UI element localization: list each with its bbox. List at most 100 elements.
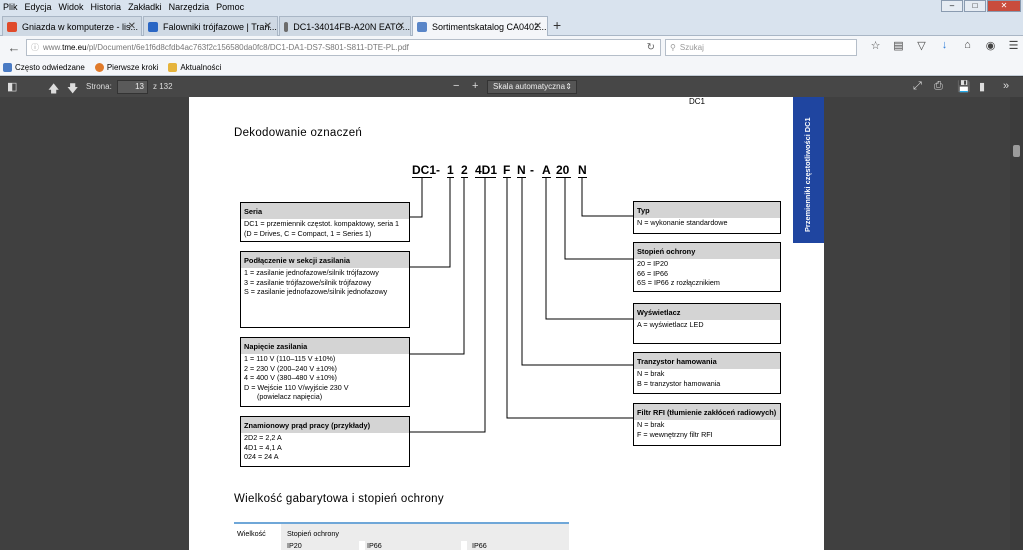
tab-close-icon[interactable]: ✕ <box>264 21 272 32</box>
chat-icon[interactable]: ◉ <box>979 39 1002 52</box>
tab-label: DC1-34014FB-A20N EATO... <box>293 21 410 32</box>
page-number-input[interactable]: 13 <box>117 80 148 94</box>
tab-bar: Gniazda w komputerze - lis... ✕ Falownik… <box>0 14 1023 36</box>
vertical-scrollbar[interactable] <box>1010 97 1023 550</box>
url-host: tme.eu <box>62 43 87 52</box>
menu-pomoc[interactable]: Pomoc <box>216 2 244 12</box>
bookmark-pierwsze-kroki[interactable]: Pierwsze kroki <box>94 62 158 72</box>
tab-favicon-icon <box>417 21 427 32</box>
tab-close-icon[interactable]: ✕ <box>128 21 136 32</box>
bookmark-icon[interactable]: ▮ <box>979 80 985 93</box>
tab-gniazda[interactable]: Gniazda w komputerze - lis... ✕ <box>2 16 142 36</box>
menu-zakladki[interactable]: Zakładki <box>128 2 162 12</box>
tab-falowniki[interactable]: Falowniki trójfazowe | Tran... ✕ <box>143 16 278 36</box>
nav-bar: ← ⓘ www. tme.eu/pl/Document/6e1f6d8cfdb4a… <box>0 36 1023 59</box>
menu-edycja[interactable]: Edycja <box>25 2 52 12</box>
minimize-button[interactable]: – <box>941 0 963 12</box>
info-icon[interactable]: ⓘ <box>31 42 39 53</box>
menu-narzedzia[interactable]: Narzędzia <box>169 2 210 12</box>
box-line: 2 = 230 V (200–240 V ±10%) <box>244 363 337 373</box>
table-subheader: IP66 <box>472 541 487 550</box>
new-tab-button[interactable]: + <box>553 17 561 33</box>
box-title: Tranzystor hamowania <box>634 353 780 369</box>
close-window-button[interactable]: ✕ <box>987 0 1021 12</box>
pocket-icon[interactable]: ▽ <box>910 39 933 52</box>
bookmark-icon <box>3 62 12 72</box>
box-line: DC1 = przemiennik częstot. kompaktowy, s… <box>244 219 400 228</box>
search-input[interactable]: ⚲ Szukaj <box>665 39 857 56</box>
maximize-button[interactable]: □ <box>964 0 986 12</box>
box-line: 1 = 110 V (110–115 V ±10%) <box>244 354 336 363</box>
box-title: Stopień ochrony <box>634 243 780 259</box>
table-subheader: IP20 <box>287 541 302 550</box>
scale-select[interactable]: Skala automatyczna ⇕ <box>487 80 577 94</box>
box-podlaczenie: Podłączenie w sekcji zasilania 1 = zasil… <box>240 251 410 328</box>
chevron-down-icon: ⇕ <box>565 82 572 91</box>
box-line: 2D2 = 2,2 A <box>244 433 282 442</box>
bookmark-czesto-odwiedzane[interactable]: Często odwiedzane <box>3 62 85 72</box>
zoom-out-icon[interactable]: − <box>453 80 459 92</box>
table-subheader: IP66 <box>367 541 382 550</box>
table-separator <box>461 541 467 550</box>
bookmark-label: Często odwiedzane <box>15 62 85 72</box>
box-stopien-ochrony: Stopień ochrony 20 = IP20 66 = IP66 6S =… <box>633 242 781 292</box>
url-bar[interactable]: ⓘ www. tme.eu/pl/Document/6e1f6d8cfdb4ac7… <box>26 39 661 56</box>
box-line: 66 = IP66 <box>637 268 668 278</box>
window-controls: – □ ✕ <box>940 0 1021 12</box>
box-wyswietlacz: Wyświetlacz A = wyświetlacz LED <box>633 303 781 344</box>
menu-widok[interactable]: Widok <box>59 2 84 12</box>
box-seria: Seria DC1 = przemiennik częstot. kompakt… <box>240 202 410 242</box>
reload-icon[interactable]: ↻ <box>647 42 655 53</box>
fullscreen-icon[interactable]: ⤢ <box>913 80 922 93</box>
tab-close-icon[interactable]: ✕ <box>397 21 405 32</box>
tab-favicon-icon <box>148 21 158 32</box>
bookmark-aktualnosci[interactable]: Aktualności <box>168 62 221 72</box>
menu-historia[interactable]: Historia <box>91 2 122 12</box>
box-tranzystor: Tranzystor hamowania N = brak B = tranzy… <box>633 352 781 394</box>
scale-value: Skala automatyczna <box>493 82 566 91</box>
box-line: (powielacz napięcia) <box>257 392 323 401</box>
save-icon[interactable]: 💾 <box>957 80 971 93</box>
search-placeholder: Szukaj <box>679 43 704 52</box>
tab-label: Sortimentskatalog CA0402... <box>432 21 547 32</box>
box-line: 1 = zasilanie jednofazowe/silnik trójfaz… <box>244 268 379 277</box>
zoom-in-icon[interactable]: + <box>472 80 478 92</box>
box-line: D = Wejście 110 V/wyjście 230 V <box>244 382 349 392</box>
box-line: 6S = IP66 z rozłącznikiem <box>637 278 720 287</box>
box-title: Znamionowy prąd pracy (przykłady) <box>241 417 409 433</box>
tab-dc1[interactable]: DC1-34014FB-A20N EATO... ✕ <box>279 16 411 36</box>
tab-favicon-icon <box>284 21 289 32</box>
tools-chevron-icon[interactable]: » <box>1003 80 1009 92</box>
box-typ: Typ N = wykonanie standardowe <box>633 201 781 234</box>
box-prad: Znamionowy prąd pracy (przykłady) 2D2 = … <box>240 416 410 467</box>
reading-list-icon[interactable]: ▤ <box>887 39 910 52</box>
tab-close-icon[interactable]: ✕ <box>534 21 542 32</box>
pdf-toolbar: ◧ 🡅 🡇 Strona: 13 z 132 − + Skala automat… <box>0 77 1023 97</box>
menu-plik[interactable]: Plik <box>3 2 18 12</box>
firefox-icon <box>94 62 104 72</box>
url-path: /pl/Document/6e1f6d8cfdb4ac763f2c156580d… <box>86 43 409 52</box>
download-arrow-icon[interactable]: ↓ <box>933 39 956 52</box>
sidebar-toggle-icon[interactable]: ◧ <box>7 80 17 93</box>
box-title: Filtr RFI (tłumienie zakłóceń radiowych) <box>634 404 780 420</box>
print-icon[interactable]: ⎙ <box>934 80 943 93</box>
hamburger-menu-icon[interactable]: ☰ <box>1002 39 1023 52</box>
tab-sortimentskatalog[interactable]: Sortimentskatalog CA0402... ✕ <box>412 16 548 36</box>
tab-label: Falowniki trójfazowe | Tran... <box>163 21 277 32</box>
search-icon: ⚲ <box>670 43 676 52</box>
pdf-page: DC1 Przemienniki częstotliwości DC1 Deko… <box>189 97 824 550</box>
box-line: 4D1 = 4,1 A <box>244 442 282 452</box>
home-icon[interactable]: ⌂ <box>956 39 979 52</box>
box-line: 024 = 24 A <box>244 452 279 461</box>
tab-label: Gniazda w komputerze - lis... <box>22 21 139 32</box>
box-filtr-rfi: Filtr RFI (tłumienie zakłóceń radiowych)… <box>633 403 781 446</box>
pdf-viewer[interactable]: DC1 Przemienniki częstotliwości DC1 Deko… <box>0 97 1023 550</box>
box-line: (D = Drives, C = Compact, 1 = Series 1) <box>244 228 372 238</box>
box-line: 4 = 400 V (380–480 V ±10%) <box>244 373 337 382</box>
menubar: Plik Edycja Widok Historia Zakładki Narz… <box>0 0 1023 14</box>
back-arrow-icon[interactable]: ← <box>6 40 22 55</box>
box-line: B = tranzystor hamowania <box>637 378 721 388</box>
bookmark-star-icon[interactable]: ☆ <box>864 39 887 52</box>
scrollbar-thumb[interactable] <box>1013 145 1020 157</box>
box-line: S = zasilanie jednofazowe/silnik jednofa… <box>244 287 388 296</box>
